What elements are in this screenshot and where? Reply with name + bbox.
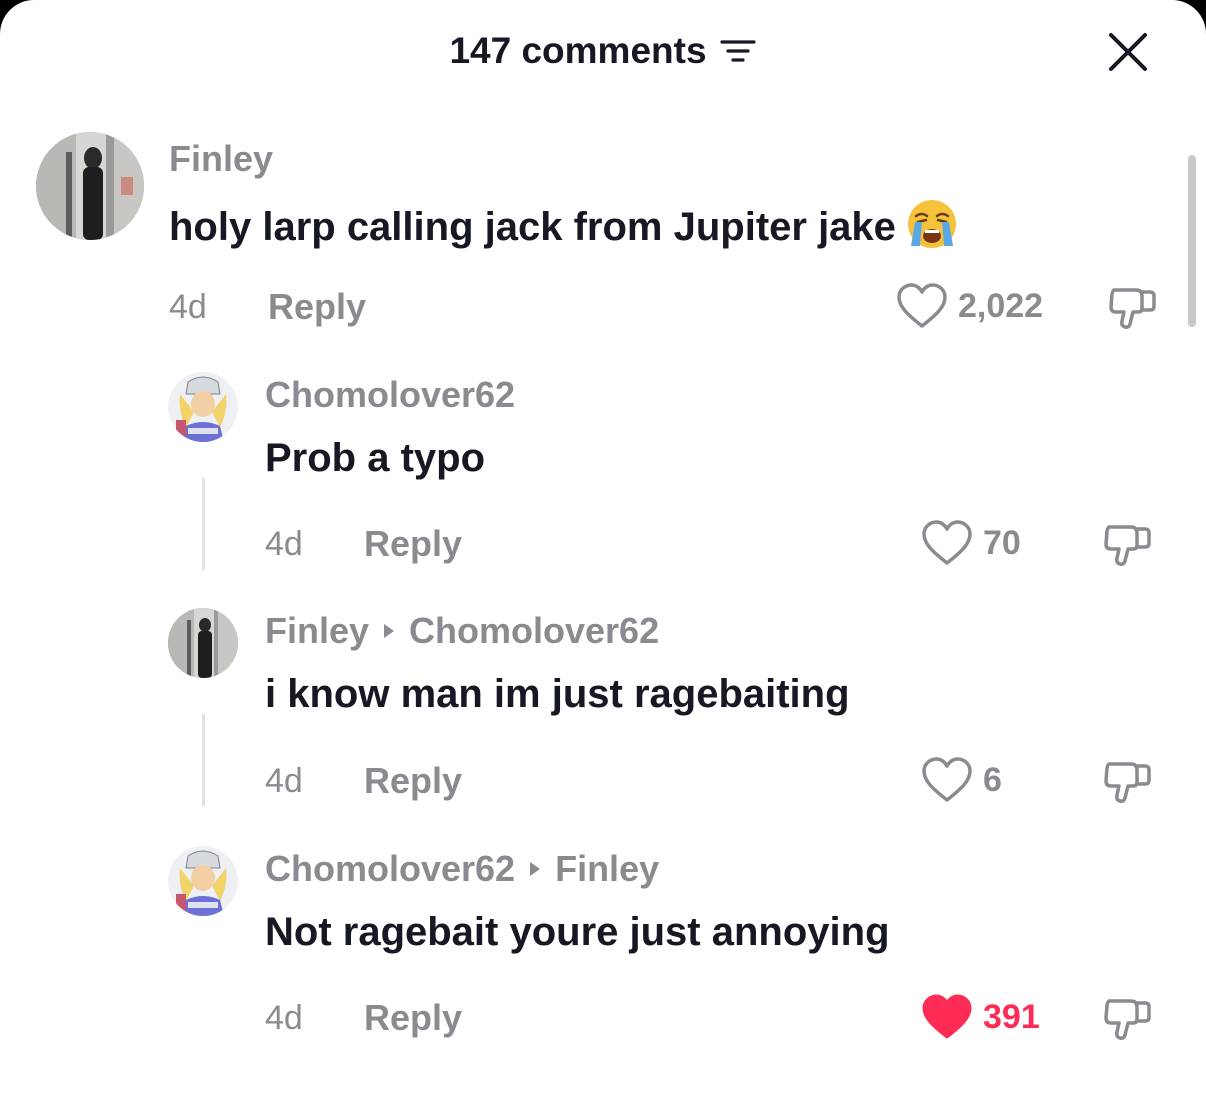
dislike-icon[interactable] [1101, 993, 1153, 1045]
comment-timestamp: 4d [265, 762, 303, 800]
like-button[interactable]: 70 [921, 519, 1021, 567]
heart-filled-icon [922, 994, 972, 1039]
like-count: 2,022 [958, 286, 1044, 325]
reply-button[interactable]: Reply [364, 997, 462, 1039]
reply-to-username[interactable]: Chomolover62 [409, 610, 659, 652]
comments-header: 147 comments [0, 30, 1206, 72]
comments-count-title: 147 comments [449, 30, 707, 71]
scrollbar[interactable] [1188, 155, 1196, 327]
comment-username[interactable]: Chomolover62 Finley [265, 848, 659, 890]
thread-line [202, 714, 205, 806]
reply-to-arrow-icon [384, 624, 395, 638]
filter-lines-icon[interactable] [719, 37, 757, 65]
like-button[interactable]: 391 [921, 993, 1040, 1041]
comment-username[interactable]: Chomolover62 [265, 374, 515, 416]
comment-text: Prob a typo [265, 436, 486, 480]
dislike-icon[interactable] [1101, 756, 1153, 808]
reply-to-arrow-icon [530, 862, 541, 876]
dislike-icon[interactable] [1101, 519, 1153, 571]
comment-text: holy larp calling jack from Jupiter jake [169, 198, 958, 250]
avatar[interactable] [168, 846, 238, 916]
like-button[interactable]: 2,022 [896, 282, 1043, 330]
comments-sheet: 147 comments Finley holy larp calling ja… [0, 0, 1206, 1120]
comment-text: i know man im just ragebaiting [265, 672, 850, 716]
comment-username[interactable]: Finley Chomolover62 [265, 610, 659, 652]
heart-icon [922, 757, 972, 802]
loudly-crying-face-icon [907, 200, 956, 248]
like-count: 391 [983, 997, 1040, 1036]
heart-icon [897, 283, 947, 328]
close-x-icon[interactable] [1106, 30, 1150, 74]
like-count: 70 [983, 523, 1021, 562]
comment-timestamp: 4d [169, 288, 207, 326]
reply-button[interactable]: Reply [268, 286, 366, 328]
reply-to-username[interactable]: Finley [555, 848, 659, 890]
heart-icon [922, 520, 972, 565]
thread-line [202, 478, 205, 570]
comment-text: Not ragebait youre just annoying [265, 910, 890, 954]
comment-username[interactable]: Finley [169, 138, 273, 180]
comment-timestamp: 4d [265, 525, 303, 563]
reply-button[interactable]: Reply [364, 523, 462, 565]
avatar[interactable] [168, 372, 238, 442]
comment-timestamp: 4d [265, 999, 303, 1037]
like-button[interactable]: 6 [921, 756, 1002, 804]
dislike-icon[interactable] [1106, 282, 1158, 334]
reply-button[interactable]: Reply [364, 760, 462, 802]
like-count: 6 [983, 760, 1002, 799]
avatar[interactable] [36, 132, 144, 240]
avatar[interactable] [168, 608, 238, 678]
